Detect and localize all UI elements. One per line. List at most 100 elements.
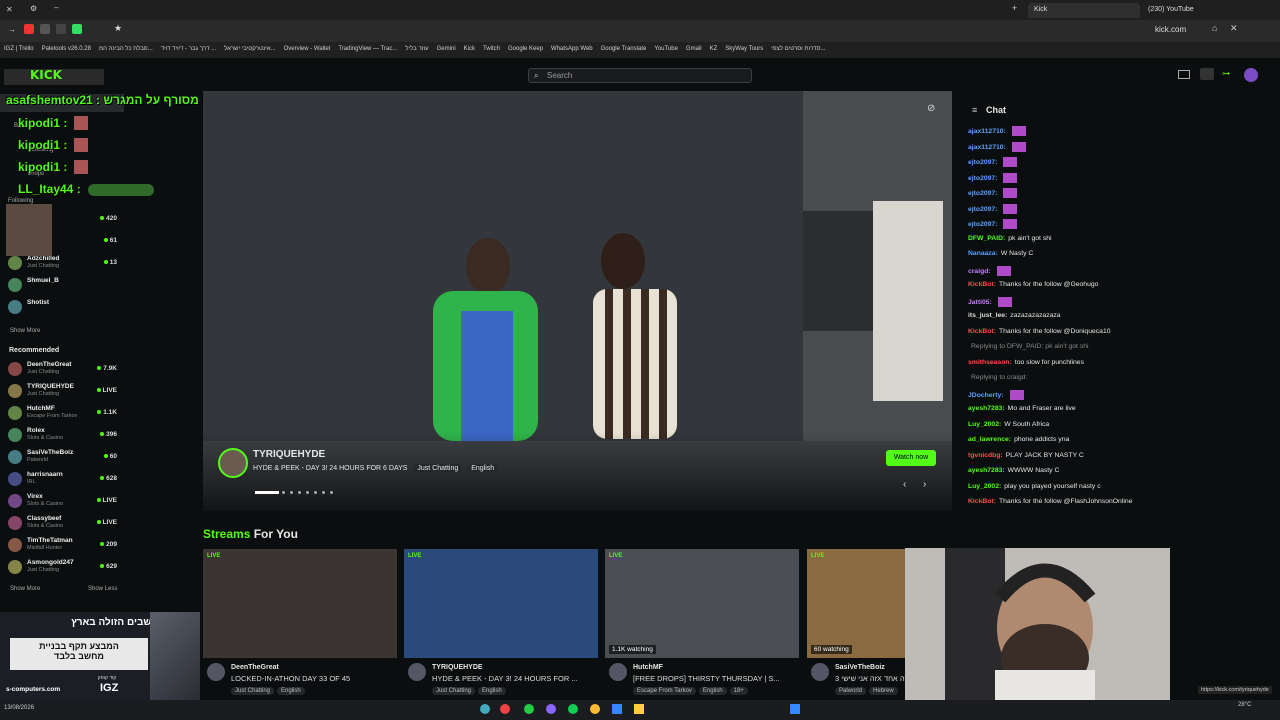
stream-title[interactable]: HYDE & PEEK - DAY 3! 24 HOURS FOR ... xyxy=(432,674,597,683)
layout-icon[interactable] xyxy=(1200,68,1214,80)
chat-username[interactable]: ad_lawrence: xyxy=(968,436,1011,443)
stream-card[interactable]: LIVE 1.1K watching HutchMF [FREE DROPS] THI… xyxy=(605,549,799,695)
new-tab-button[interactable]: + xyxy=(1012,3,1017,13)
avatar[interactable] xyxy=(811,663,829,681)
bookmark-item[interactable]: Gemini xyxy=(437,46,456,52)
stream-card[interactable]: LIVE TYRIQUEHYDE HYDE & PEEK - DAY 3! 24 H… xyxy=(404,549,598,695)
mute-icon[interactable]: ⊘ xyxy=(927,103,935,114)
tab-youtube[interactable]: (230) YouTube xyxy=(1142,3,1254,18)
chat-username[interactable]: ejto2097: xyxy=(968,159,997,166)
tag[interactable]: Just Chatting xyxy=(231,687,275,695)
show-less-button[interactable]: Show Less xyxy=(88,586,117,592)
bookmark-item[interactable]: Twitch xyxy=(483,46,500,52)
chat-username[interactable]: ejto2097: xyxy=(968,174,997,181)
address-bar[interactable]: → ★ kick.com ⌂ ✕ xyxy=(0,20,1280,42)
chevron-right-icon[interactable]: › xyxy=(923,479,926,490)
sidebar-channel[interactable]: Rolex Slots & Casino 396 xyxy=(8,426,123,446)
chat-username[interactable]: ejto2097: xyxy=(968,221,997,228)
stream-channel-name[interactable]: DeenTheGreat xyxy=(231,664,279,671)
chat-username[interactable]: Jatti05: xyxy=(968,298,992,305)
extension-icon[interactable] xyxy=(40,24,50,34)
extension-icon[interactable] xyxy=(24,24,34,34)
stream-title[interactable]: LOCKED-IN-ATHON DAY 33 OF 45 xyxy=(231,674,396,683)
sidebar-channel[interactable]: harrisnaarn IRL 628 xyxy=(8,470,123,490)
sidebar-channel[interactable]: TimTheTatman Mistfall Hunter 209 xyxy=(8,536,123,556)
featured-player[interactable]: ⊘ TYRIQUEHYDE HYDE & PEEK - DAY 3! 24 HO… xyxy=(203,91,952,511)
minimize-icon[interactable]: – xyxy=(54,3,58,12)
chat-username[interactable]: ejto2097: xyxy=(968,190,997,197)
bookmark-item[interactable]: YouTube xyxy=(654,46,678,52)
chat-username[interactable]: tgvnicdbg: xyxy=(968,452,1003,459)
bookmark-item[interactable]: WhatsApp Web xyxy=(551,46,593,52)
sidebar-channel[interactable]: TYRIQUEHYDE Just Chatting LIVE xyxy=(8,382,123,402)
stream-channel-name[interactable]: HutchMF xyxy=(633,664,663,671)
sidebar-channel[interactable]: Shmuel_B xyxy=(8,276,123,296)
chat-username[interactable]: ayesh7283: xyxy=(968,405,1005,412)
bookmark-item[interactable]: Gmail xyxy=(686,46,702,52)
bookmark-item[interactable]: סבלת כל הבינה המ... xyxy=(99,46,153,52)
chat-username[interactable]: JDocherty: xyxy=(968,391,1004,398)
bookmark-item[interactable]: Paletools v26.0.28 xyxy=(42,46,91,52)
windows-start-icon[interactable] xyxy=(790,704,800,714)
close-icon[interactable]: ✕ xyxy=(1230,23,1238,34)
watch-now-button[interactable]: Watch now xyxy=(886,450,936,466)
show-more-button[interactable]: Show More xyxy=(10,586,40,592)
bookmark-item[interactable]: סדרות וסרטים לצפי... xyxy=(771,46,825,52)
sidebar-channel[interactable]: Adzchilled Just Chatting 13 xyxy=(8,254,123,274)
tab-kick[interactable]: Kick xyxy=(1028,3,1140,18)
chat-username[interactable]: ejto2097: xyxy=(968,205,997,212)
show-more-button[interactable]: Show More xyxy=(10,328,40,334)
url-text[interactable]: kick.com xyxy=(1155,25,1186,34)
sidebar-channel[interactable]: Shotist xyxy=(8,298,123,318)
tag[interactable]: English xyxy=(467,464,499,473)
app-icon[interactable] xyxy=(612,704,622,714)
bookmark-item[interactable]: Google Translate xyxy=(601,46,647,52)
chat-username[interactable]: KickBot: xyxy=(968,281,996,288)
stream-card[interactable]: LIVE DeenTheGreat LOCKED-IN-ATHON DAY 33 O… xyxy=(203,549,397,695)
avatar[interactable] xyxy=(207,663,225,681)
star-icon[interactable]: ★ xyxy=(114,23,122,34)
tag[interactable]: 18+ xyxy=(729,687,748,695)
chat-username[interactable]: ajax112710: xyxy=(968,128,1006,135)
stream-thumbnail[interactable]: LIVE xyxy=(404,549,598,658)
home-icon[interactable]: ⌂ xyxy=(1212,23,1217,33)
tag[interactable]: English xyxy=(478,687,506,695)
stream-channel-name[interactable]: SasiVeTheBoiz xyxy=(835,664,885,671)
bookmark-item[interactable]: אינטרקטיבי ישראל... xyxy=(224,46,275,52)
theater-mode-icon[interactable] xyxy=(1178,70,1190,79)
sidebar-channel[interactable]: HutchMF Escape From Tarkov 1.1K xyxy=(8,404,123,424)
sidebar-channel[interactable]: SasiVeTheBoiz Palworld 60 xyxy=(8,448,123,468)
tag[interactable]: Hebrew xyxy=(869,687,898,695)
sidebar-channel[interactable]: Classybeef Slots & Casino LIVE xyxy=(8,514,123,534)
app-icon[interactable] xyxy=(634,704,644,714)
chat-collapse-icon[interactable]: ≡ xyxy=(972,105,977,115)
bookmark-item[interactable]: TradingView — Trac... xyxy=(338,46,397,52)
bookmark-item[interactable]: IGZ | Trello xyxy=(4,46,34,52)
stream-channel-name[interactable]: TYRIQUEHYDE xyxy=(432,664,483,671)
key-icon[interactable]: ⊶ xyxy=(1222,69,1230,78)
bookmark-item[interactable]: עוזר בליל xyxy=(405,46,428,52)
chat-username[interactable]: Luy_2002: xyxy=(968,421,1001,428)
chat-username[interactable]: smithseason: xyxy=(968,359,1012,366)
app-icon[interactable] xyxy=(524,704,534,714)
tag[interactable]: English xyxy=(277,687,305,695)
app-icon[interactable] xyxy=(500,704,510,714)
chat-username[interactable]: KickBot: xyxy=(968,328,996,335)
settings-icon[interactable]: ⚙ xyxy=(30,4,37,13)
app-icon[interactable] xyxy=(480,704,490,714)
avatar[interactable] xyxy=(1244,68,1258,82)
app-icon[interactable] xyxy=(568,704,578,714)
bookmark-item[interactable]: KZ xyxy=(710,46,718,52)
chat-username[interactable]: craigd: xyxy=(968,267,991,274)
chat-username[interactable]: its_just_lee: xyxy=(968,312,1007,319)
avatar[interactable] xyxy=(408,663,426,681)
tag[interactable]: Just Chatting xyxy=(413,464,463,473)
bookmark-item[interactable]: SkyWay Tours xyxy=(725,46,763,52)
avatar[interactable] xyxy=(609,663,627,681)
stream-title[interactable]: [FREE DROPS] THIRSTY THURSDAY | S... xyxy=(633,674,798,683)
chat-username[interactable]: DFW_PAID: xyxy=(968,235,1005,242)
extension-icon[interactable] xyxy=(56,24,66,34)
stream-thumbnail[interactable]: LIVE 1.1K watching xyxy=(605,549,799,658)
close-icon[interactable]: ✕ xyxy=(6,5,13,14)
forward-icon[interactable]: → xyxy=(8,25,16,34)
